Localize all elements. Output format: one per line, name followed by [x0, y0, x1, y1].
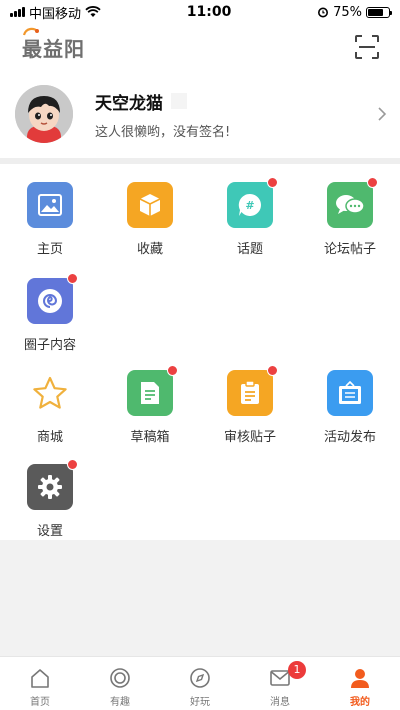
notification-dot	[267, 177, 278, 188]
draft-icon	[127, 365, 178, 416]
notification-dot	[367, 177, 378, 188]
image-icon	[27, 182, 73, 228]
app-logo: 最益阳	[22, 27, 85, 62]
bottom-nav: 首页 有趣 好玩 1 消息 我的	[0, 656, 400, 710]
status-left: 中国移动	[10, 3, 101, 22]
avatar[interactable]	[15, 85, 73, 143]
grid-item-label: 话题	[236, 242, 263, 257]
clipboard-icon	[227, 365, 278, 416]
unread-badge: 1	[288, 661, 306, 679]
nav-item-interesting[interactable]: 有趣	[80, 657, 160, 710]
nav-label: 有趣	[110, 697, 130, 708]
grid-item-circle-content[interactable]: 圈子内容	[0, 273, 100, 353]
top-header: 最益阳	[0, 24, 400, 70]
grid-item-forum-posts[interactable]: 论坛帖子	[300, 177, 400, 257]
grid-item-homepage[interactable]: 主页	[0, 182, 100, 257]
battery-percent: 75%	[333, 4, 362, 20]
status-bar: 中国移动 11:00 75%	[0, 0, 400, 24]
logo-swirl-icon	[22, 27, 39, 35]
circle-spiral-icon	[27, 273, 78, 324]
grid-item-drafts[interactable]: 草稿箱	[100, 365, 200, 445]
grid-item-mall[interactable]: 商城	[0, 370, 100, 445]
grid-item-topics[interactable]: # 话题	[200, 177, 300, 257]
nickname: 天空龙猫	[95, 93, 163, 114]
grid-item-label: 草稿箱	[130, 430, 170, 445]
nav-item-home[interactable]: 首页	[0, 657, 80, 710]
level-badge	[171, 93, 187, 109]
chat-icon	[327, 177, 378, 228]
home-icon	[28, 666, 52, 690]
gear-icon	[27, 459, 78, 510]
notification-dot	[67, 459, 78, 470]
notification-dot	[67, 273, 78, 284]
nav-label: 我的	[350, 697, 370, 708]
status-time: 11:00	[186, 4, 232, 20]
circle-icon	[108, 666, 132, 690]
compass-icon	[188, 666, 212, 690]
carrier-label: 中国移动	[29, 6, 82, 22]
nav-label: 消息	[270, 697, 290, 708]
scan-icon[interactable]	[354, 34, 380, 60]
grid-item-label: 主页	[36, 242, 63, 257]
alarm-icon	[318, 7, 329, 18]
profile-text: 天空龙猫 这人很懒哟，没有签名!	[95, 89, 376, 140]
logo-text: 最益阳	[22, 36, 85, 61]
battery-icon	[366, 6, 392, 18]
grid-item-favorites[interactable]: 收藏	[100, 182, 200, 257]
hashtag-icon: #	[227, 177, 278, 228]
grid-item-review-posts[interactable]: 审核贴子	[200, 365, 300, 445]
nickname-row: 天空龙猫	[95, 89, 376, 114]
avatar-cartoon-icon	[15, 85, 73, 143]
svg-text:#: #	[245, 199, 254, 212]
grid-item-publish-event[interactable]: 活动发布	[300, 370, 400, 445]
notification-dot	[267, 365, 278, 376]
profile-card[interactable]: 天空龙猫 这人很懒哟，没有签名!	[0, 70, 400, 158]
signal-icon	[10, 7, 25, 17]
grid-section-1: 主页 收藏 # 话题 论坛帖子 圈子内容	[0, 164, 400, 354]
wifi-icon	[85, 6, 101, 17]
grid-item-label: 圈子内容	[23, 338, 76, 353]
nav-label: 好玩	[190, 697, 210, 708]
box-icon	[127, 182, 173, 228]
nav-item-fun[interactable]: 好玩	[160, 657, 240, 710]
event-icon	[327, 370, 373, 416]
grid-item-label: 论坛帖子	[323, 242, 376, 257]
grid-section-2: 商城 草稿箱 审核贴子 活动发布 设置	[0, 354, 400, 540]
nav-item-me[interactable]: 我的	[320, 657, 400, 710]
signature: 这人很懒哟，没有签名!	[95, 124, 231, 140]
nav-item-messages[interactable]: 1 消息	[240, 657, 320, 710]
grid-item-label: 设置	[36, 524, 63, 539]
status-right: 75%	[317, 4, 392, 20]
star-icon	[27, 370, 73, 416]
grid-item-label: 活动发布	[323, 430, 376, 445]
nav-label: 首页	[30, 697, 50, 708]
chevron-right-icon[interactable]	[376, 105, 388, 123]
grid-item-label: 商城	[36, 430, 63, 445]
grid-item-label: 收藏	[136, 242, 163, 257]
grid-item-label: 审核贴子	[223, 430, 276, 445]
notification-dot	[167, 365, 178, 376]
grid-item-settings[interactable]: 设置	[0, 459, 100, 539]
user-icon	[348, 666, 372, 690]
